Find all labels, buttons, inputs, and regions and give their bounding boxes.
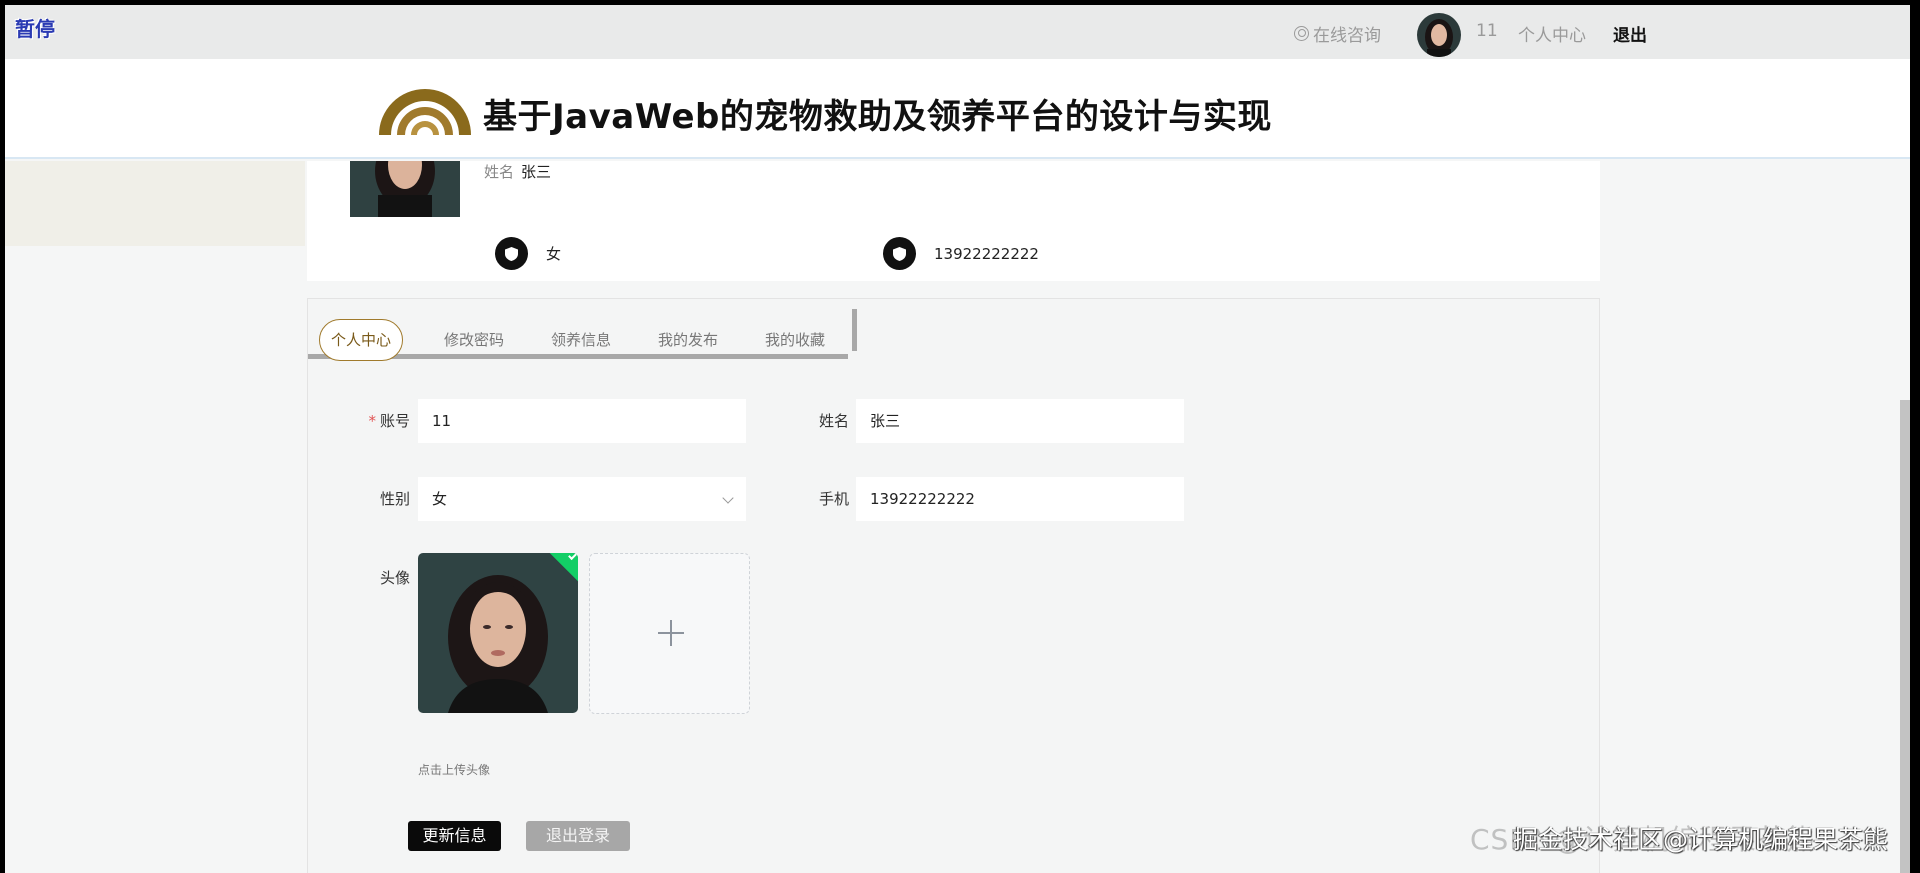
online-consult-link[interactable]: 在线咨询 (1294, 21, 1381, 46)
tab-my-posts[interactable]: 我的发布 (658, 319, 718, 361)
top-avatar[interactable] (1417, 13, 1461, 57)
avatar-upload-dropzone[interactable] (589, 553, 750, 714)
profile-gender: 女 (495, 237, 561, 270)
site-header: 基于JavaWeb的宠物救助及领养平台的设计与实现 (5, 59, 1910, 159)
logout-button[interactable]: 退出登录 (526, 821, 630, 851)
tab-adoption-info[interactable]: 领养信息 (551, 319, 611, 361)
profile-name-label: 姓名 (484, 163, 515, 181)
personal-center-panel: 个人中心 修改密码 领养信息 我的发布 我的收藏 * 账号 11 姓名 张三 性别… (307, 298, 1600, 873)
watermark-overlay-text: 掘金技术社区@计算机编程果茶熊 (1513, 825, 1889, 854)
page-viewport: 暂停 在线咨询 11 个人中心 退出 基于JavaWeb的宠物救助及领养平台的设… (5, 5, 1910, 873)
upload-tip: 点击上传头像 (418, 763, 491, 777)
tab-my-favorites[interactable]: 我的收藏 (765, 319, 825, 361)
phone-label: 手机 (818, 490, 849, 508)
pause-overlay-label: 暂停 (15, 17, 55, 41)
tab-scroll-indicator (852, 309, 857, 351)
name-label: 姓名 (818, 412, 849, 430)
uploaded-avatar-thumbnail[interactable] (418, 553, 578, 713)
account-label: * 账号 (368, 412, 410, 430)
site-title: 基于JavaWeb的宠物救助及领养平台的设计与实现 (483, 97, 1272, 137)
profile-name-value: 张三 (521, 163, 552, 181)
check-icon (568, 553, 578, 561)
logout-link[interactable]: 退出 (1613, 21, 1647, 46)
profile-phone-value: 13922222222 (934, 244, 1039, 263)
profile-summary-card: 姓名 张三 女 13922222222 (307, 161, 1600, 281)
update-info-button[interactable]: 更新信息 (408, 821, 501, 851)
user-circle-icon (1294, 26, 1309, 41)
phone-input[interactable]: 13922222222 (856, 477, 1184, 521)
gender-select[interactable]: 女 (418, 477, 746, 521)
page-scrollbar[interactable] (1900, 400, 1910, 873)
tab-change-password[interactable]: 修改密码 (444, 319, 504, 361)
site-logo (379, 89, 471, 135)
avatar-label: 头像 (379, 569, 410, 587)
name-input[interactable]: 张三 (856, 399, 1184, 443)
gender-select-value: 女 (432, 490, 448, 508)
chevron-down-icon (722, 492, 734, 504)
gender-label: 性别 (379, 490, 410, 508)
profile-avatar (350, 161, 460, 217)
top-bar: 暂停 在线咨询 11 个人中心 退出 (5, 5, 1910, 59)
account-input[interactable]: 11 (418, 399, 746, 443)
personal-center-link[interactable]: 个人中心 (1518, 21, 1586, 46)
online-consult-label: 在线咨询 (1313, 26, 1381, 46)
tab-bar: 个人中心 修改密码 领养信息 我的发布 我的收藏 (308, 307, 848, 361)
shield-icon (495, 237, 528, 270)
shield-icon (883, 237, 916, 270)
profile-gender-value: 女 (546, 245, 562, 263)
profile-phone: 13922222222 (883, 237, 1039, 270)
top-username[interactable]: 11 (1476, 21, 1498, 41)
required-mark: * (368, 412, 376, 430)
left-background-band (5, 161, 305, 246)
tab-personal-center[interactable]: 个人中心 (319, 319, 404, 361)
